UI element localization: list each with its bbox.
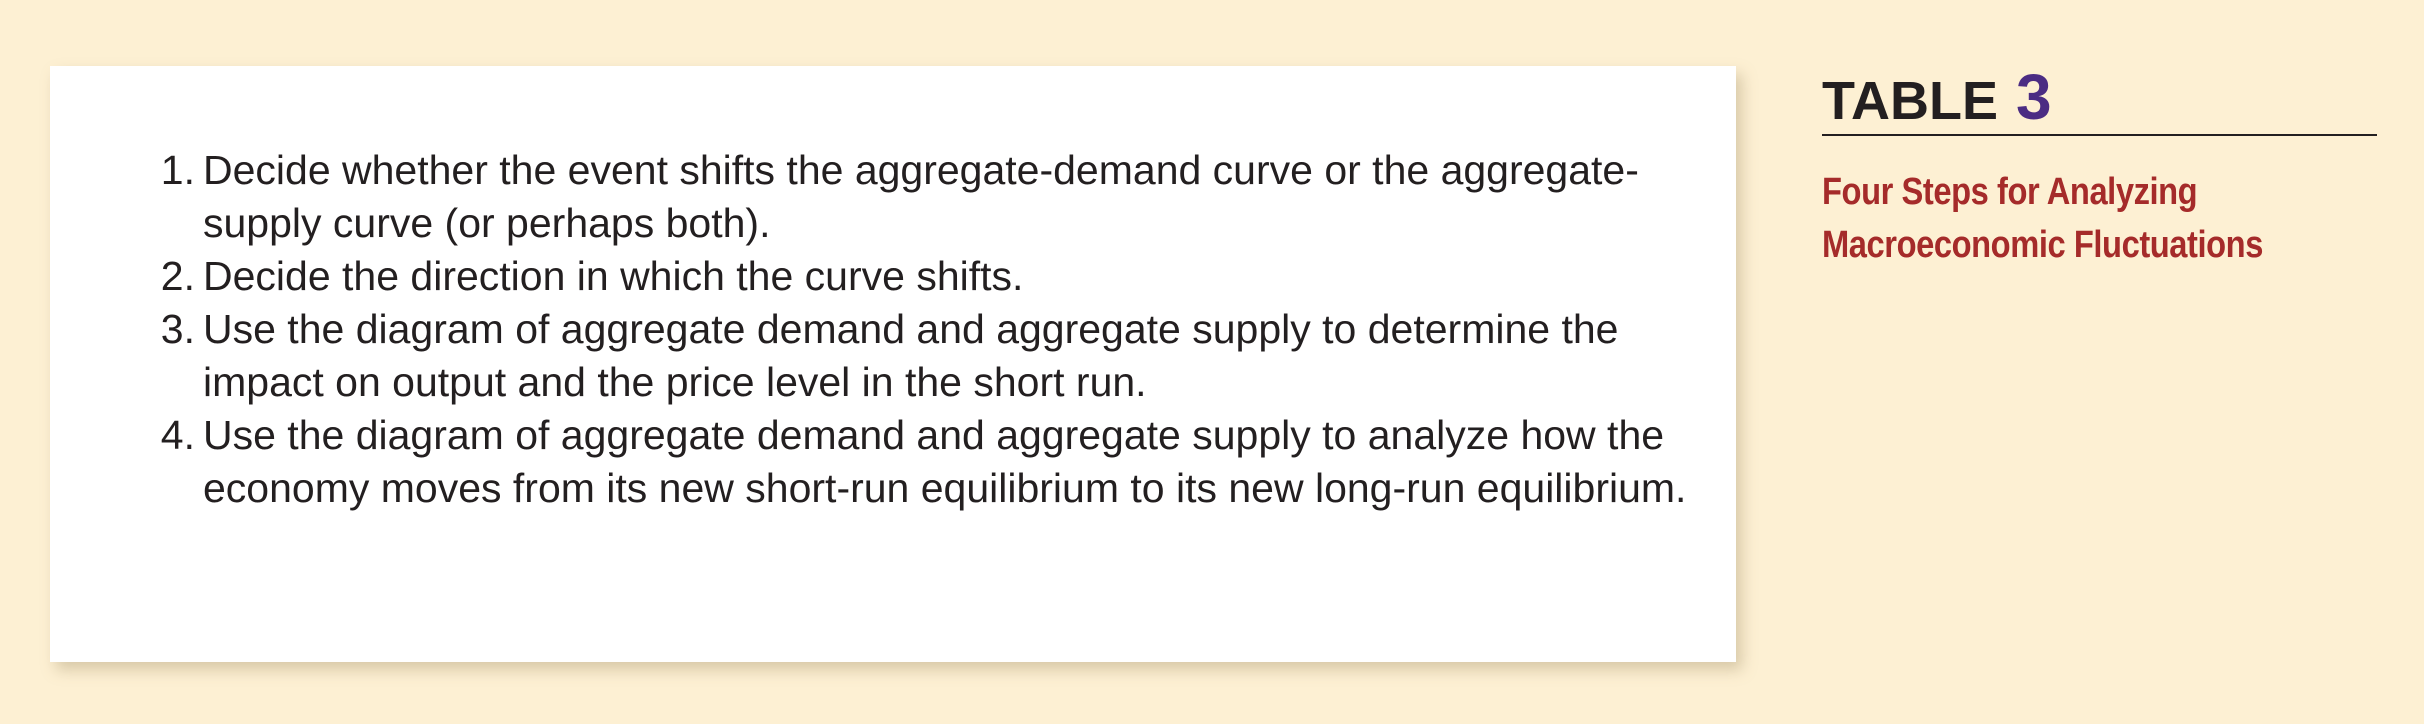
table-number: 3 — [2015, 61, 2052, 133]
step-item-1: 1. Decide whether the event shifts the a… — [135, 144, 1735, 250]
table-label: TABLE — [1822, 71, 1998, 131]
step-text: Use the diagram of aggregate demand and … — [203, 306, 1619, 405]
step-number: 3. — [160, 306, 195, 352]
step-item-3: 3. Use the diagram of aggregate demand a… — [135, 303, 1735, 409]
page: { "steps": [ { "number": "1.", "text": "… — [0, 0, 2424, 724]
table-caption-panel: TABLE 3 Four Steps for Analyzing Macroec… — [1822, 60, 2377, 272]
table-caption-line: Macroeconomic Fluctuations — [1822, 224, 2263, 266]
step-number: 2. — [160, 253, 195, 299]
steps-card: 1. Decide whether the event shifts the a… — [50, 66, 1736, 662]
step-number: 4. — [160, 412, 195, 458]
table-caption: Four Steps for Analyzing Macroeconomic F… — [1822, 166, 2299, 272]
table-caption-line: Four Steps for Analyzing — [1822, 171, 2198, 213]
step-item-4: 4. Use the diagram of aggregate demand a… — [135, 409, 1735, 515]
steps-list: 1. Decide whether the event shifts the a… — [135, 144, 1735, 515]
step-item-2: 2. Decide the direction in which the cur… — [135, 250, 1735, 303]
step-text: Decide whether the event shifts the aggr… — [203, 147, 1639, 246]
step-text: Use the diagram of aggregate demand and … — [203, 412, 1687, 511]
table-heading: TABLE 3 — [1822, 60, 2377, 136]
step-number: 1. — [160, 147, 195, 193]
step-text: Decide the direction in which the curve … — [203, 253, 1024, 299]
